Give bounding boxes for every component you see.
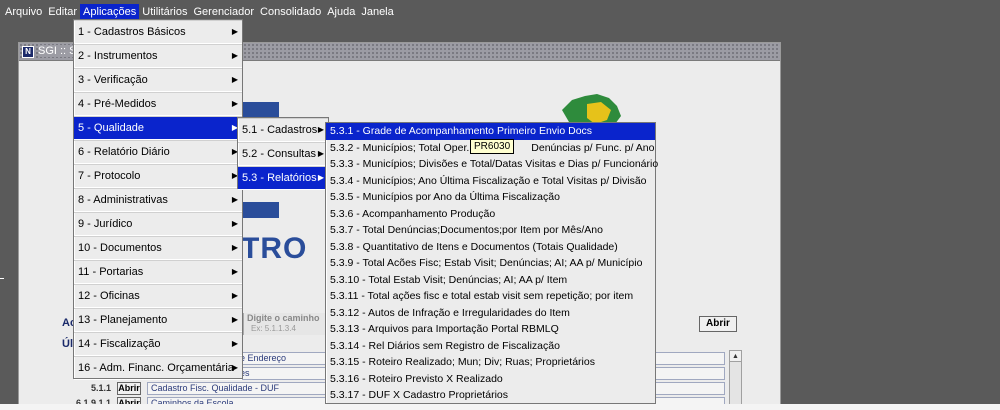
menu-item-5-3-3[interactable]: 5.3.3 - Municípios; Divisões e Total/Dat…: [326, 156, 658, 173]
menu-aplicacoes[interactable]: Aplicações: [80, 4, 140, 20]
menu-item-fiscalizacao[interactable]: 14 - Fiscalização ▶: [74, 332, 242, 356]
scroll-up-icon[interactable]: ▲: [730, 351, 741, 362]
menu-item-instrumentos[interactable]: 2 - Instrumentos ▶: [74, 44, 242, 68]
ultimos-heading: Úl: [62, 338, 73, 350]
submenu-arrow-icon: ▶: [317, 173, 324, 182]
menu-item-label: 9 - Jurídico: [78, 218, 133, 230]
menu-item-label: 5.2 - Consultas: [242, 148, 316, 160]
menu-item-label: 6 - Relatório Diário: [78, 146, 170, 158]
menu-item-pre-medidos[interactable]: 4 - Pré-Medidos ▶: [74, 92, 242, 116]
menu-item-5-3-15[interactable]: 5.3.15 - Roteiro Realizado; Mun; Div; Ru…: [326, 354, 655, 371]
submenu-arrow-icon: ▶: [317, 149, 324, 158]
menu-item-verificacao[interactable]: 3 - Verificação ▶: [74, 68, 242, 92]
menu-item-5-3-14[interactable]: 5.3.14 - Rel Diários sem Registro de Fis…: [326, 338, 655, 355]
submenu-arrow-icon: ▶: [231, 267, 238, 276]
menu-item-5-3-17[interactable]: 5.3.17 - DUF X Cadastro Proprietários: [326, 387, 655, 404]
submenu-arrow-icon: ▶: [231, 27, 238, 36]
menu-item-label: 8 - Administrativas: [78, 194, 168, 206]
menu-item-label: 13 - Planejamento: [78, 314, 168, 326]
menu-janela[interactable]: Janela: [358, 4, 396, 20]
menu-item-5-3-13[interactable]: 5.3.13 - Arquivos para Importação Portal…: [326, 321, 655, 338]
menu-item-5-3-16[interactable]: 5.3.16 - Roteiro Previsto X Realizado: [326, 371, 655, 388]
row-abrir-button[interactable]: Abrir: [117, 382, 141, 395]
menu-item-label: 14 - Fiscalização: [78, 338, 161, 350]
submenu-arrow-icon: ▶: [231, 99, 238, 108]
submenu-arrow-icon: ▶: [231, 219, 238, 228]
menu-editar[interactable]: Editar: [45, 4, 80, 20]
menu-item-adm-financ[interactable]: 16 - Adm. Financ. Orçamentária ▶: [74, 356, 242, 380]
menu-item-label: 7 - Protocolo: [78, 170, 141, 182]
menu-item-cadastros[interactable]: 5.1 - Cadastros ▶: [238, 118, 328, 142]
menu-item-5-3-6[interactable]: 5.3.6 - Acompanhamento Produção: [326, 206, 655, 223]
menu-item-label: 5.3.2 - Municípios; Total Oper.: [330, 141, 470, 154]
menu-item-label: 4 - Pré-Medidos: [78, 98, 157, 110]
menu-item-label: 5.1 - Cadastros: [242, 124, 318, 136]
submenu-arrow-icon: ▶: [231, 195, 238, 204]
menu-item-relatorios[interactable]: 5.3 - Relatórios ▶: [238, 166, 328, 190]
menu-item-5-3-5[interactable]: 5.3.5 - Municípios por Ano da Última Fis…: [326, 189, 655, 206]
menu-arquivo[interactable]: Arquivo: [2, 4, 45, 20]
menu-item-juridico[interactable]: 9 - Jurídico ▶: [74, 212, 242, 236]
logo-stripe: [241, 202, 279, 218]
submenu-arrow-icon: ▶: [231, 51, 238, 60]
menu-ajuda[interactable]: Ajuda: [324, 4, 358, 20]
menu-item-label: 11 - Portarias: [78, 266, 144, 278]
menu-item-5-3-10[interactable]: 5.3.10 - Total Estab Visit; Denúncias; A…: [326, 272, 655, 289]
menu-item-cadastros-basicos[interactable]: 1 - Cadastros Básicos ▶: [74, 20, 242, 44]
logo-text: TRO: [241, 232, 308, 265]
menu-consolidado[interactable]: Consolidado: [257, 4, 324, 20]
menu-item-5-3-8[interactable]: 5.3.8 - Quantitativo de Itens e Document…: [326, 239, 655, 256]
desktop-mark: [0, 278, 4, 279]
submenu-arrow-icon: ▶: [231, 363, 238, 372]
menu-item-label-suffix: Denúncias p/ Func. p/ Ano: [531, 141, 655, 154]
menu-item-label: 16 - Adm. Financ. Orçamentária: [78, 362, 234, 374]
app-icon: N: [22, 46, 34, 58]
submenu-arrow-icon: ▶: [231, 75, 238, 84]
bottom-strip: [0, 404, 1000, 410]
menu-item-5-3-7[interactable]: 5.3.7 - Total Denúncias;Documentos;por I…: [326, 222, 655, 239]
menu-item-documentos[interactable]: 10 - Documentos ▶: [74, 236, 242, 260]
menu-item-label: 3 - Verificação: [78, 74, 148, 86]
qualidade-submenu: 5.1 - Cadastros ▶ 5.2 - Consultas ▶ 5.3 - …: [237, 117, 329, 190]
submenu-arrow-icon: ▶: [231, 291, 238, 300]
menu-item-label: 2 - Instrumentos: [78, 50, 158, 62]
menu-item-label: 10 - Documentos: [78, 242, 162, 254]
menu-item-qualidade[interactable]: 5 - Qualidade ▶: [74, 116, 242, 140]
menu-item-5-3-11[interactable]: 5.3.11 - Total ações fisc e total estab …: [326, 288, 655, 305]
submenu-arrow-icon: ▶: [231, 243, 238, 252]
menu-item-planejamento[interactable]: 13 - Planejamento ▶: [74, 308, 242, 332]
menu-item-protocolo[interactable]: 7 - Protocolo ▶: [74, 164, 242, 188]
menu-item-5-3-1[interactable]: 5.3.1 - Grade de Acompanhamento Primeiro…: [326, 123, 655, 140]
menu-item-relatorio-diario[interactable]: 6 - Relatório Diário ▶: [74, 140, 242, 164]
relatorios-submenu: 5.3.1 - Grade de Acompanhamento Primeiro…: [325, 122, 658, 404]
logo-stripe: [241, 102, 279, 118]
menu-item-label: 5.3 - Relatórios: [242, 172, 317, 184]
submenu-arrow-icon: ▶: [317, 125, 324, 134]
menu-utilitarios[interactable]: Utilitários: [139, 4, 190, 20]
submenu-arrow-icon: ▶: [231, 315, 238, 324]
menu-item-5-3-12[interactable]: 5.3.12 - Autos de Infração e Irregularid…: [326, 305, 655, 322]
menu-item-label: 12 - Oficinas: [78, 290, 140, 302]
tooltip: PR6030: [470, 139, 515, 154]
submenu-arrow-icon: ▶: [231, 339, 238, 348]
menu-item-administrativas[interactable]: 8 - Administrativas ▶: [74, 188, 242, 212]
path-input-hint: Ex: 5.1.1.3.4: [251, 324, 296, 333]
list-scrollbar[interactable]: ▲: [729, 350, 742, 410]
row-code: 5.1.1: [90, 383, 111, 393]
menu-gerenciador[interactable]: Gerenciador: [190, 4, 257, 20]
menu-item-label: 5 - Qualidade: [78, 122, 145, 134]
abrir-button[interactable]: Abrir: [699, 316, 737, 332]
menu-item-portarias[interactable]: 11 - Portarias ▶: [74, 260, 242, 284]
menu-item-5-3-9[interactable]: 5.3.9 - Total Acões Fisc; Estab Visit; D…: [326, 255, 655, 272]
menu-item-consultas[interactable]: 5.2 - Consultas ▶: [238, 142, 328, 166]
path-input-label: Digite o caminho: [247, 313, 320, 323]
aplicacoes-menu: 1 - Cadastros Básicos ▶ 2 - Instrumentos ▶…: [73, 19, 243, 380]
menu-item-oficinas[interactable]: 12 - Oficinas ▶: [74, 284, 242, 308]
menu-item-5-3-4[interactable]: 5.3.4 - Municípios; Ano Última Fiscaliza…: [326, 173, 655, 190]
menu-item-label: 1 - Cadastros Básicos: [78, 26, 186, 38]
